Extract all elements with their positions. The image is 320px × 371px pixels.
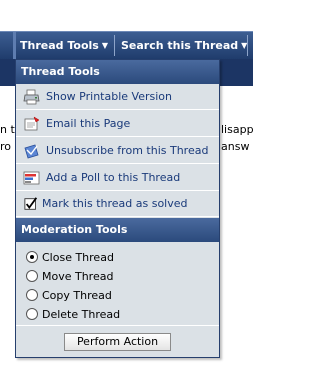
post-text-fragment: lisapp	[221, 123, 254, 136]
radio-button[interactable]	[26, 289, 38, 301]
radio-button[interactable]	[26, 251, 38, 263]
post-text-fragment: answ	[221, 140, 250, 153]
perform-action-button[interactable]: Perform Action	[64, 333, 171, 351]
menu-item-label: Add a Poll to this Thread	[46, 171, 181, 184]
radio-label: Copy Thread	[42, 289, 112, 302]
thread-tools-menu[interactable]: Thread Tools ▼	[20, 32, 108, 59]
chevron-down-icon: ▼	[101, 41, 108, 50]
menu-item-printable-version[interactable]: Show Printable Version	[16, 84, 219, 110]
radio-label: Move Thread	[42, 270, 114, 283]
radio-label: Delete Thread	[42, 308, 121, 321]
radio-button[interactable]	[26, 308, 38, 320]
radio-delete-thread: Delete Thread	[16, 305, 219, 324]
menu-item-label: Mark this thread as solved	[42, 197, 188, 210]
moderation-tools-header: Moderation Tools	[16, 218, 219, 242]
search-thread-menu[interactable]: Search this Thread ▼	[121, 32, 247, 59]
radio-button[interactable]	[26, 270, 38, 282]
unsubscribe-icon	[24, 144, 39, 159]
divider	[16, 325, 219, 326]
thread-tools-label: Thread Tools	[20, 39, 99, 52]
nav-left-edge	[13, 32, 16, 59]
radio-move-thread: Move Thread	[16, 267, 219, 286]
menu-item-label: Show Printable Version	[46, 90, 172, 103]
radio-label: Close Thread	[42, 251, 114, 264]
checkbox-icon	[24, 197, 38, 210]
menu-item-mark-solved[interactable]: Mark this thread as solved	[16, 191, 219, 217]
radio-copy-thread: Copy Thread	[16, 286, 219, 305]
printer-icon	[23, 89, 40, 105]
poll-icon	[23, 171, 40, 185]
search-thread-label: Search this Thread	[121, 39, 239, 52]
menu-item-add-poll[interactable]: Add a Poll to this Thread	[16, 165, 219, 191]
nav-separator	[114, 35, 115, 56]
thread-tools-dropdown: Thread Tools Show Printable Version Emai…	[15, 59, 220, 358]
menu-item-label: Unsubscribe from this Thread	[46, 144, 209, 157]
thread-tools-header: Thread Tools	[16, 60, 219, 84]
menu-item-label: Email this Page	[46, 117, 131, 130]
nav-separator	[247, 35, 248, 56]
radio-close-thread: Close Thread	[16, 248, 219, 267]
post-text-fragment: ro	[0, 140, 12, 153]
thread-nav-bar: Thread Tools ▼ Search this Thread ▼	[0, 31, 253, 59]
post-text-fragment: n t	[0, 123, 15, 136]
email-icon	[24, 116, 40, 131]
menu-item-email-page[interactable]: Email this Page	[16, 111, 219, 137]
menu-item-unsubscribe[interactable]: Unsubscribe from this Thread	[16, 138, 219, 164]
